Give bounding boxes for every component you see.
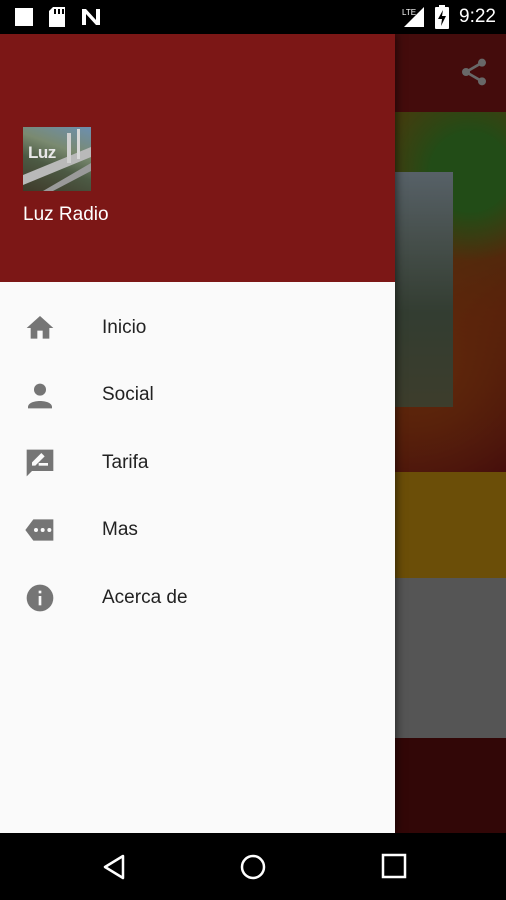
sd-card-icon [49, 7, 65, 27]
status-time: 9:22 [459, 6, 496, 27]
navigation-bar [0, 833, 506, 900]
status-bar: LTE 9:22 [0, 0, 506, 34]
drawer-item-label: Mas [102, 519, 138, 541]
drawer-item-label: Acerca de [102, 586, 188, 608]
drawer-item-label: Inicio [102, 316, 147, 338]
info-icon [26, 584, 54, 612]
drawer-item-social[interactable]: Social [0, 362, 395, 430]
rate-review-icon [26, 449, 54, 477]
status-right-icons: LTE 9:22 [401, 5, 496, 29]
app-title: Luz Radio [23, 204, 109, 225]
more-icon [25, 519, 54, 541]
status-left-icons [14, 6, 102, 28]
drawer-item-mas[interactable]: Mas [0, 497, 395, 565]
stop-icon [15, 8, 33, 26]
recents-icon[interactable] [381, 853, 407, 879]
n-icon [82, 9, 100, 25]
drawer-item-acerca-de[interactable]: Acerca de [0, 564, 395, 632]
app-logo: Luz [23, 127, 91, 191]
logo-text: Luz [28, 143, 56, 162]
drawer-header: Luz Luz Radio [0, 34, 395, 282]
back-icon[interactable] [100, 853, 128, 881]
signal-icon: LTE [402, 7, 425, 27]
svg-text:LTE: LTE [402, 8, 416, 17]
navigation-drawer: Luz Luz Radio Inicio Social Tarifa Mas A… [0, 34, 395, 833]
drawer-item-label: Tarifa [102, 451, 149, 473]
drawer-item-tarifa[interactable]: Tarifa [0, 429, 395, 497]
drawer-item-inicio[interactable]: Inicio [0, 294, 395, 362]
drawer-item-label: Social [102, 384, 154, 406]
battery-charging-icon [435, 5, 450, 29]
home-icon [26, 315, 54, 339]
person-icon [28, 383, 52, 409]
drawer-menu: Inicio Social Tarifa Mas Acerca de [0, 294, 395, 632]
home-circle-icon[interactable] [239, 853, 267, 881]
